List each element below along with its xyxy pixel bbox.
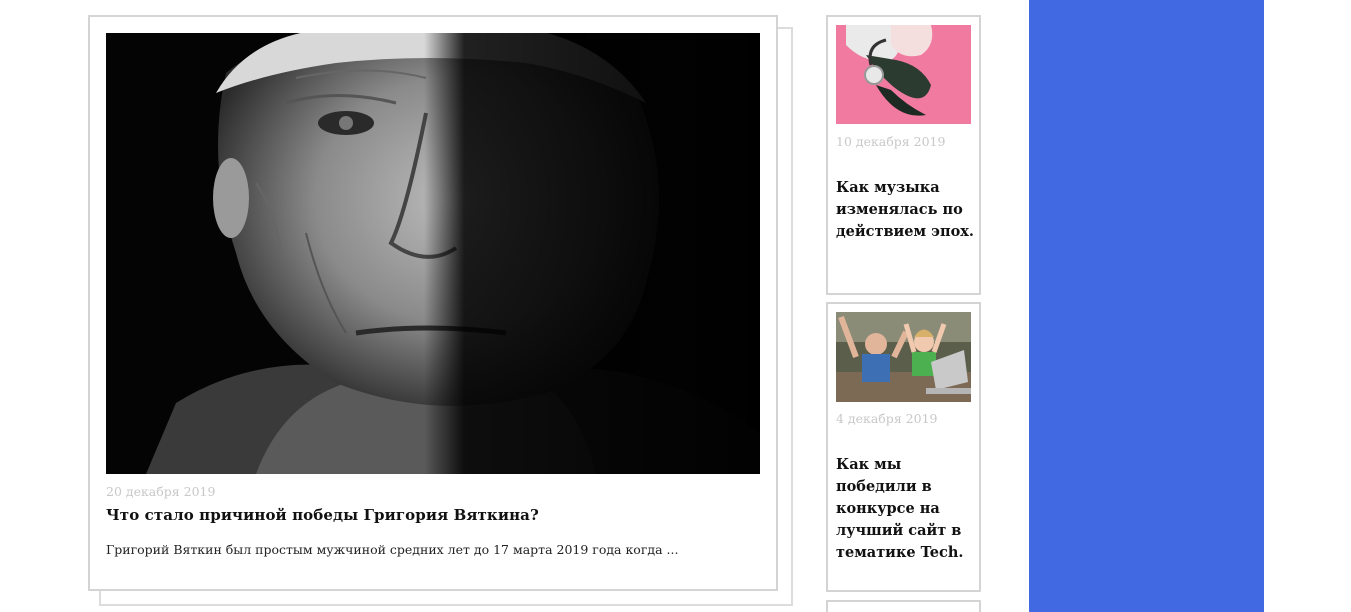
featured-post-image[interactable] [106,33,760,474]
sidebar-post-title[interactable]: Как музыка изменялась по действием эпох. [836,177,974,243]
featured-post-card[interactable]: 20 декабря 2019 Что стало причиной побед… [88,15,778,591]
sidebar-post-card[interactable]: 10 декабря 2019 Как музыка изменялась по… [826,15,981,295]
featured-post-excerpt: Григорий Вяткин был простым мужчиной сре… [106,542,679,557]
sidebar-post-date: 4 декабря 2019 [836,411,938,426]
sidebar-post-card[interactable]: 4 декабря 2019 Как мы победили в конкурс… [826,302,981,592]
blog-page: 20 декабря 2019 Что стало причиной побед… [0,0,1351,612]
kids-laptop-photo [836,312,971,402]
sidebar-post-thumbnail[interactable] [836,25,971,124]
portrait-photo [106,33,760,474]
headphones-girl-photo [836,25,971,124]
sidebar-post-thumbnail[interactable] [836,312,971,402]
featured-post-title[interactable]: Что стало причиной победы Григория Вятки… [106,506,539,524]
sidebar-post-date: 10 декабря 2019 [836,134,946,149]
blue-side-panel [1029,0,1264,612]
featured-post-date: 20 декабря 2019 [106,484,216,499]
sidebar-post-card-partial[interactable] [826,600,981,612]
sidebar-post-title[interactable]: Как мы победили в конкурсе на лучший сай… [836,454,974,564]
